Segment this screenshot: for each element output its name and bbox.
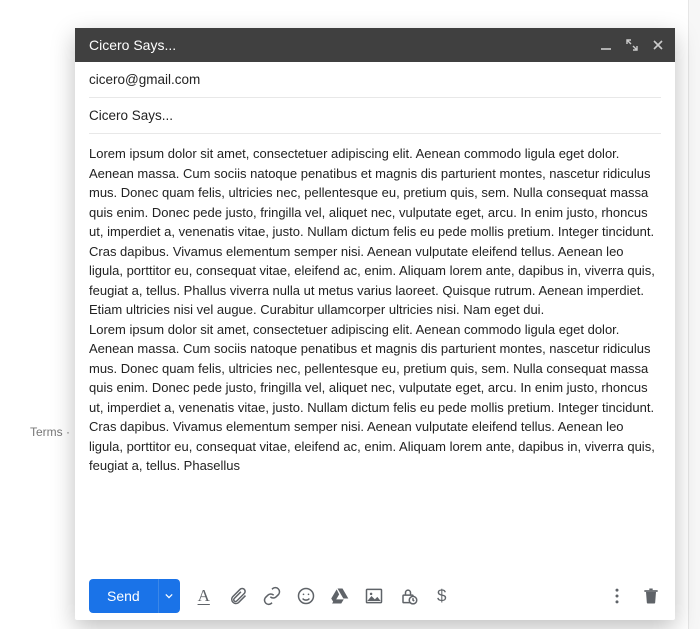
right-panel-edge [688,0,700,629]
discard-icon[interactable] [641,586,661,606]
text-format-icon[interactable]: A [194,586,214,606]
body-textarea[interactable]: Lorem ipsum dolor sit amet, consectetuer… [89,134,661,570]
send-options-button[interactable] [158,579,180,613]
confidential-mode-icon[interactable] [398,586,418,606]
footer-terms[interactable]: Terms · [30,425,70,439]
link-icon[interactable] [262,586,282,606]
close-icon[interactable] [651,38,665,52]
compose-window: Cicero Says... cicero@gmail.com Cicero S… [75,28,675,620]
attach-icon[interactable] [228,586,248,606]
expand-icon[interactable] [625,38,639,52]
to-field[interactable]: cicero@gmail.com [89,62,661,98]
emoji-icon[interactable] [296,586,316,606]
compose-toolbar: Send A $ [75,570,675,620]
minimize-icon[interactable] [599,38,613,52]
window-controls [599,38,665,52]
compose-titlebar: Cicero Says... [75,28,675,62]
more-options-icon[interactable] [607,586,627,606]
send-button-group: Send [89,579,180,613]
compose-content: cicero@gmail.com Cicero Says... Lorem ip… [75,62,675,570]
compose-title: Cicero Says... [89,37,599,53]
money-icon[interactable]: $ [432,586,452,606]
subject-field[interactable]: Cicero Says... [89,98,661,134]
drive-icon[interactable] [330,586,350,606]
to-value: cicero@gmail.com [89,72,200,87]
subject-value: Cicero Says... [89,108,173,123]
chevron-down-icon [165,592,173,600]
insert-photo-icon[interactable] [364,586,384,606]
send-button[interactable]: Send [89,579,158,613]
